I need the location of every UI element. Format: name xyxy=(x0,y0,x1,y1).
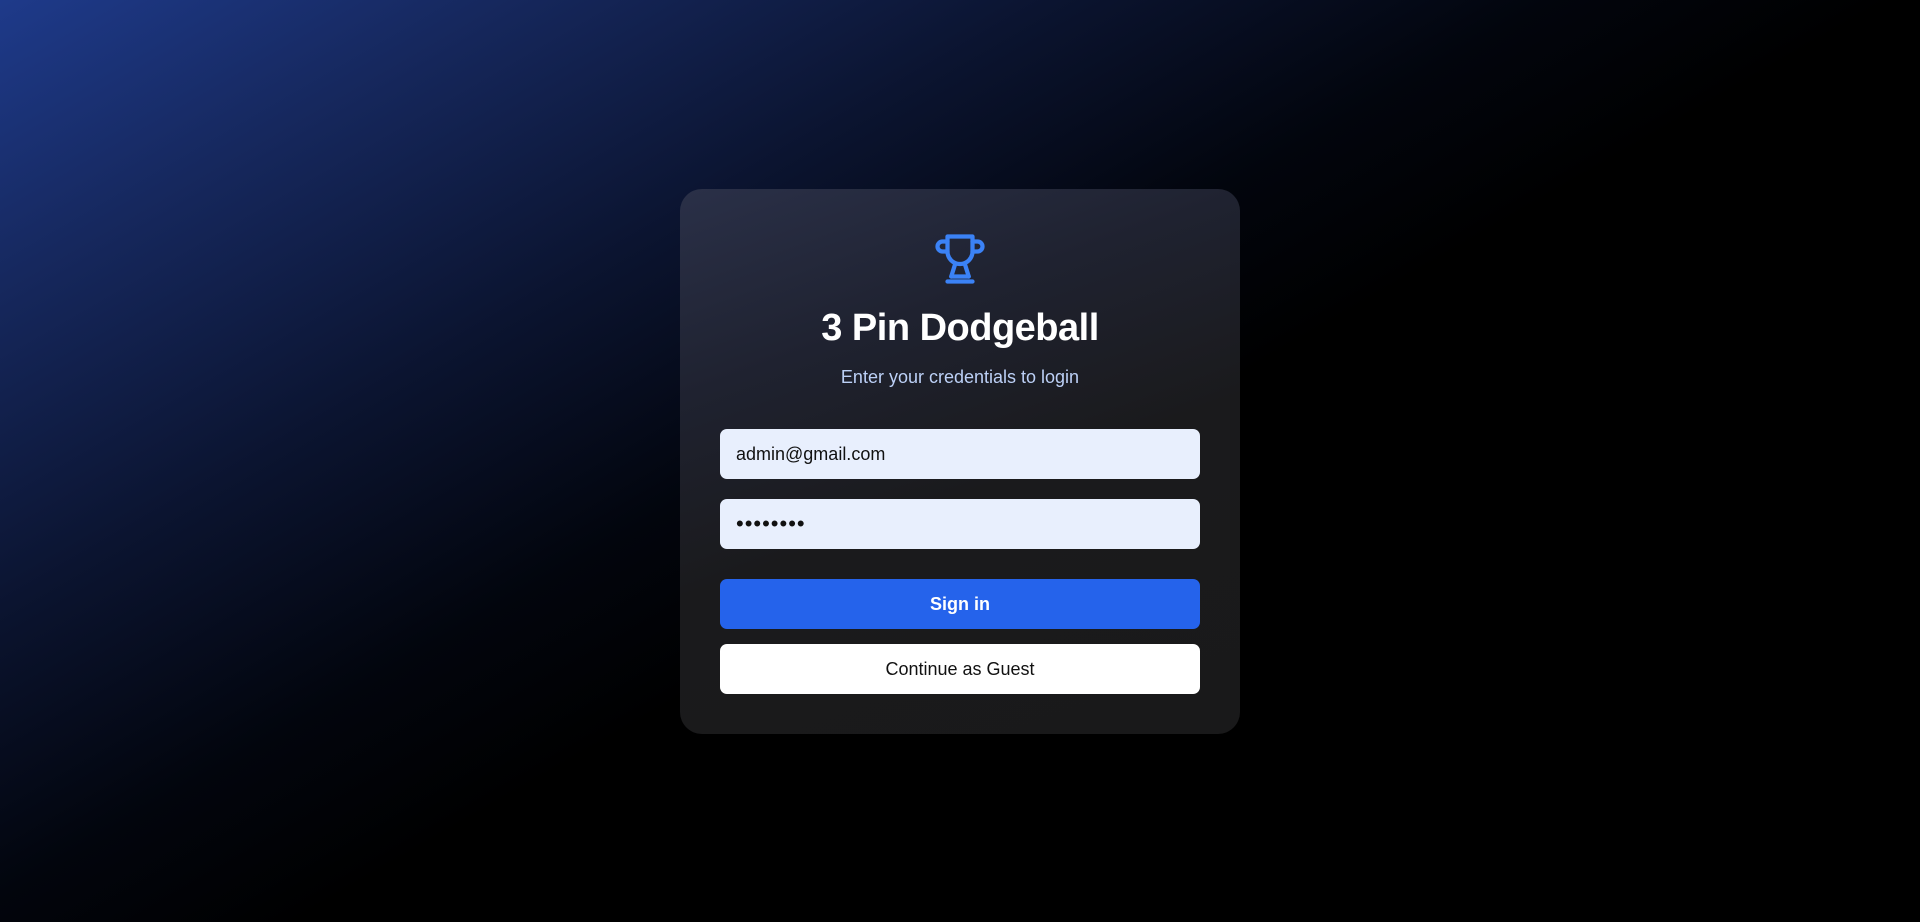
continue-as-guest-button[interactable]: Continue as Guest xyxy=(720,644,1200,694)
login-card: 3 Pin Dodgeball Enter your credentials t… xyxy=(680,189,1240,734)
sign-in-button[interactable]: Sign in xyxy=(720,579,1200,629)
email-field[interactable] xyxy=(720,429,1200,479)
trophy-icon xyxy=(930,229,990,289)
page-title: 3 Pin Dodgeball xyxy=(821,307,1099,349)
password-field[interactable] xyxy=(720,499,1200,549)
page-subtitle: Enter your credentials to login xyxy=(840,367,1080,387)
